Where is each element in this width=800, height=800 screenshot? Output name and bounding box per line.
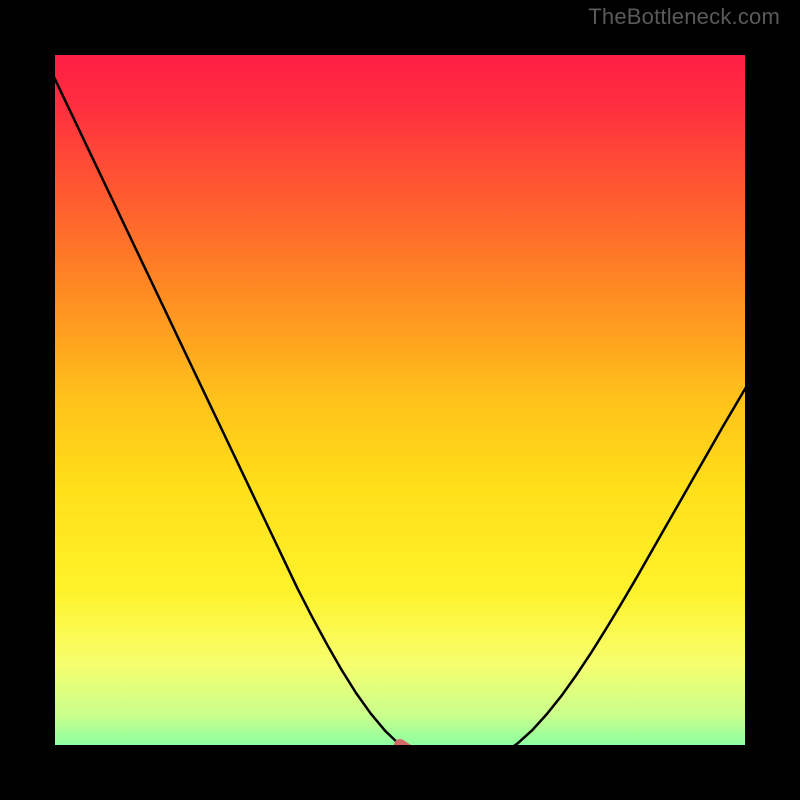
chart-frame: TheBottleneck.com [0,0,800,800]
bottleneck-chart [0,0,800,800]
plot-background [33,33,767,767]
watermark-text: TheBottleneck.com [588,4,780,30]
